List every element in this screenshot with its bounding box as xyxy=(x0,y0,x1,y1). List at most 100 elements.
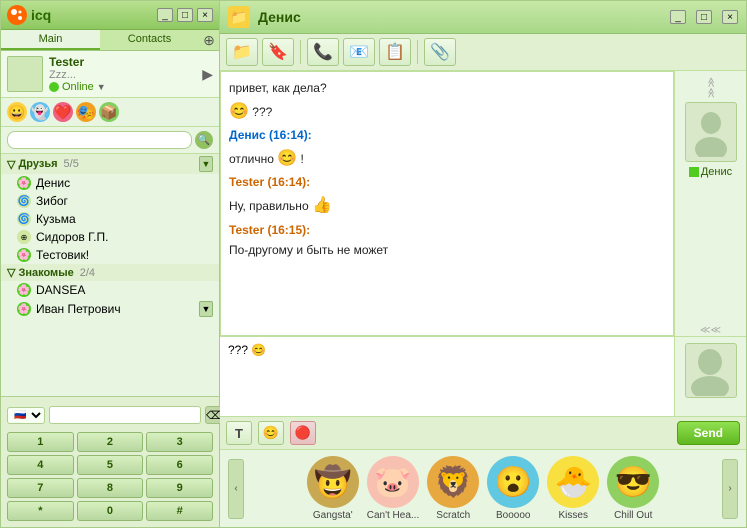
chat-title: Денис xyxy=(258,9,660,25)
sidebar-expand-bottom[interactable]: ≪≪ xyxy=(700,325,721,336)
emot-canthear[interactable]: 🐷 Can't Hea... xyxy=(367,456,420,521)
msg-emoji: 😊 xyxy=(277,148,297,170)
left-panel-scroll[interactable]: ⊕ xyxy=(199,30,219,50)
search-input[interactable] xyxy=(7,131,192,149)
emot-gangsta[interactable]: 🤠 Gangsta' xyxy=(307,456,359,521)
toolbar-bookmark[interactable]: 🔖 xyxy=(262,38,294,66)
emot-ghost[interactable]: 👻 xyxy=(30,102,50,122)
status-dropdown-arrow[interactable]: ▼ xyxy=(97,82,106,92)
toolbar-clipboard[interactable]: 📋 xyxy=(379,38,411,66)
chat-minimize[interactable]: _ xyxy=(670,10,686,24)
dial-3[interactable]: 3 xyxy=(146,432,213,452)
minimize-button[interactable]: _ xyxy=(157,8,173,22)
dial-hash[interactable]: # xyxy=(146,501,213,521)
group-scroll-friends[interactable]: ▼ xyxy=(199,156,213,172)
emot-panel-items: 🤠 Gangsta' 🐷 Can't Hea... 🦁 Scratch 😮 Bo… xyxy=(248,456,718,521)
contact-kuzma[interactable]: 🌀 Кузьма xyxy=(1,210,219,228)
chat-close[interactable]: × xyxy=(722,10,738,24)
contact-ivan[interactable]: 🌸 Иван Петрович ▼ xyxy=(1,299,219,319)
contact-name: Зибог xyxy=(36,194,68,208)
search-button[interactable]: 🔍 xyxy=(195,131,213,149)
emot-heart[interactable]: ❤️ xyxy=(53,102,73,122)
toolbar-folder[interactable]: 📁 xyxy=(226,38,258,66)
text-icon: T xyxy=(235,426,243,441)
emot-scratch-label: Scratch xyxy=(436,510,470,521)
tab-main[interactable]: Main xyxy=(1,30,100,50)
dial-8[interactable]: 8 xyxy=(77,478,144,498)
msg-text: отлично xyxy=(229,152,277,166)
contact-denis[interactable]: 🌸 Денис xyxy=(1,174,219,192)
dial-2[interactable]: 2 xyxy=(77,432,144,452)
emot-panel-next[interactable]: › xyxy=(722,459,738,519)
msg-emoji: 👍 xyxy=(312,195,332,217)
contact-testovic[interactable]: 🌸 Тестовик! xyxy=(1,246,219,264)
chat-toolbar: 📁 🔖 📞 📧 📋 📎 xyxy=(220,34,746,71)
dial-1[interactable]: 1 xyxy=(7,432,74,452)
user-avatar xyxy=(7,56,43,92)
contact-label: Денис xyxy=(701,166,732,178)
record-button[interactable]: 🔴 xyxy=(290,421,316,445)
maximize-button[interactable]: □ xyxy=(177,8,193,22)
toolbar-phone[interactable]: 📞 xyxy=(307,38,339,66)
message-5-text: По-другому и быть не может xyxy=(229,242,665,259)
dial-5[interactable]: 5 xyxy=(77,455,144,475)
chat-messages: привет, как дела? 😊 ??? Денис (16:14): о… xyxy=(220,71,674,336)
emot-kisses[interactable]: 🐣 Kisses xyxy=(547,456,599,521)
dial-6[interactable]: 6 xyxy=(146,455,213,475)
contact-name: Кузьма xyxy=(36,212,76,226)
message-input[interactable]: ??? 😊 xyxy=(220,337,674,416)
close-button[interactable]: × xyxy=(197,8,213,22)
send-button[interactable]: Send xyxy=(677,421,740,445)
contacts-list-container: ▽ Друзья 5/5 ▼ 🌸 Денис 🌀 Зибог 🌀 Кузьма … xyxy=(1,154,219,396)
toolbar-attach[interactable]: 📎 xyxy=(424,38,456,66)
dial-7[interactable]: 7 xyxy=(7,478,74,498)
country-select[interactable]: 🇷🇺 7 xyxy=(7,407,45,424)
contact-name: Сидоров Г.П. xyxy=(36,230,108,244)
contact-name: Иван Петрович xyxy=(36,302,121,316)
toolbar-separator-1 xyxy=(300,40,301,64)
group-count-friends: 5/5 xyxy=(64,158,79,170)
contact-status-online: 🌸 xyxy=(17,302,31,316)
emot-scratch[interactable]: 🦁 Scratch xyxy=(427,456,479,521)
dial-0[interactable]: 0 xyxy=(77,501,144,521)
emoji-picker-button[interactable]: 😊 xyxy=(258,421,284,445)
tab-contacts[interactable]: Contacts xyxy=(100,30,199,50)
input-sidebar xyxy=(674,337,746,416)
contact-sidorov[interactable]: ⊕ Сидоров Г.П. xyxy=(1,228,219,246)
avatar-silhouette xyxy=(691,107,731,157)
sidebar-expand-top[interactable]: ≪≪ xyxy=(705,77,716,98)
msg-text: ! xyxy=(301,152,304,166)
emot-chillout[interactable]: 😎 Chill Out xyxy=(607,456,659,521)
group-name-acquaintances: Знакомые xyxy=(18,267,73,279)
message-3: Денис (16:14): xyxy=(229,127,665,144)
group-header-friends[interactable]: ▽ Друзья 5/5 ▼ xyxy=(1,154,219,174)
emot-box[interactable]: 📦 xyxy=(99,102,119,122)
group-arrow-acquaintances: ▽ xyxy=(7,266,15,279)
avatar-small-silhouette xyxy=(686,344,734,396)
input-toolbar: T 😊 🔴 Send xyxy=(220,416,746,449)
phone-input[interactable] xyxy=(49,406,201,424)
contact-dropdown[interactable]: ▼ xyxy=(199,301,213,317)
user-zzz: Zzz... xyxy=(49,69,196,81)
contact-zibog[interactable]: 🌀 Зибог xyxy=(1,192,219,210)
emot-booooo[interactable]: 😮 Booooo xyxy=(487,456,539,521)
toolbar-separator-2 xyxy=(417,40,418,64)
chat-maximize[interactable]: □ xyxy=(696,10,712,24)
dial-9[interactable]: 9 xyxy=(146,478,213,498)
group-header-acquaintances[interactable]: ▽ Знакомые 2/4 xyxy=(1,264,219,281)
emot-booooo-label: Booooo xyxy=(496,510,530,521)
user-status[interactable]: Online ▼ xyxy=(49,81,196,93)
emot-panel-prev[interactable]: ‹ xyxy=(228,459,244,519)
text-format-button[interactable]: T xyxy=(226,421,252,445)
contact-avatar-small xyxy=(685,343,737,398)
msg-sender-denis: Денис (16:14): xyxy=(229,128,312,142)
dial-4[interactable]: 4 xyxy=(7,455,74,475)
user-panel-scroll[interactable]: ▶ xyxy=(202,66,213,83)
toolbar-email[interactable]: 📧 xyxy=(343,38,375,66)
emot-kisses-label: Kisses xyxy=(559,510,588,521)
dial-star[interactable]: * xyxy=(7,501,74,521)
contact-dansea[interactable]: 🌸 DANSEA xyxy=(1,281,219,299)
emot-smiley[interactable]: 😀 xyxy=(7,102,27,122)
emot-mask[interactable]: 🎭 xyxy=(76,102,96,122)
msg-text: По-другому и быть не может xyxy=(229,243,388,257)
